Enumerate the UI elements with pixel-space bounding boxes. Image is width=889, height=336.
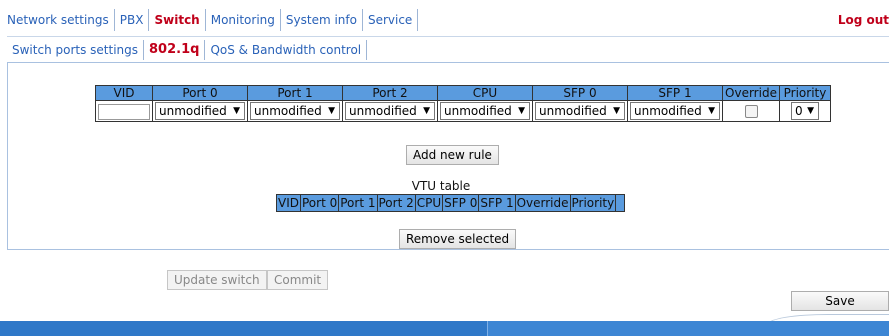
sfp1-select-value: unmodified [634, 104, 702, 118]
override-cell [722, 100, 780, 122]
menu-pbx[interactable]: PBX [115, 9, 150, 31]
vtu-header-port1: Port 1 [338, 194, 378, 212]
vtu-header-cpu: CPU [414, 194, 444, 212]
sfp1-cell: unmodified ▼ [627, 100, 723, 122]
chevron-down-icon: ▼ [613, 106, 620, 116]
tab-qos-bandwidth[interactable]: QoS & Bandwidth control [205, 40, 368, 60]
top-navigation: Network settings PBX Switch Monitoring S… [0, 7, 889, 33]
chevron-down-icon: ▼ [423, 106, 430, 116]
port0-select[interactable]: unmodified ▼ [155, 102, 245, 120]
header-port2: Port 2 [342, 85, 438, 101]
menu-network-settings[interactable]: Network settings [0, 9, 115, 31]
commit-button[interactable]: Commit [267, 270, 329, 290]
menu-system-info[interactable]: System info [281, 9, 363, 31]
vtu-table-header: VID Port 0 Port 1 Port 2 CPU SFP 0 SFP 1… [276, 194, 626, 212]
sfp0-select[interactable]: unmodified ▼ [535, 102, 625, 120]
port1-select[interactable]: unmodified ▼ [250, 102, 340, 120]
vid-cell [95, 100, 153, 122]
sfp0-cell: unmodified ▼ [532, 100, 628, 122]
remove-selected-button[interactable]: Remove selected [399, 229, 517, 249]
vid-input[interactable] [98, 103, 150, 120]
sfp1-select[interactable]: unmodified ▼ [630, 102, 720, 120]
port1-select-value: unmodified [254, 104, 322, 118]
footer-bar-right [487, 321, 889, 336]
menu-switch[interactable]: Switch [149, 9, 206, 31]
add-new-rule-button[interactable]: Add new rule [406, 145, 499, 165]
chevron-down-icon: ▼ [233, 106, 240, 116]
port2-cell: unmodified ▼ [342, 100, 438, 122]
rule-input-row: unmodified ▼ unmodified ▼ unmodified ▼ unmo… [95, 100, 831, 122]
tab-8021q[interactable]: 802.1q [144, 40, 206, 60]
cpu-select[interactable]: unmodified ▼ [440, 102, 530, 120]
header-vid: VID [95, 85, 153, 101]
top-menu: Network settings PBX Switch Monitoring S… [0, 7, 419, 33]
header-port0: Port 0 [152, 85, 248, 101]
header-priority: Priority [779, 85, 831, 101]
vlan-panel: VID Port 0 Port 1 Port 2 CPU SFP 0 SFP 1… [7, 62, 889, 250]
vtu-table-title: VTU table [411, 179, 471, 193]
port1-cell: unmodified ▼ [247, 100, 343, 122]
port0-cell: unmodified ▼ [152, 100, 248, 122]
sub-menu: Switch ports settings 802.1q QoS & Bandw… [7, 37, 889, 63]
cpu-select-value: unmodified [444, 104, 512, 118]
chevron-down-icon: ▼ [518, 106, 525, 116]
priority-cell: 0 ▼ [779, 100, 831, 122]
update-switch-button[interactable]: Update switch [167, 270, 267, 290]
vtu-header-vid: VID [276, 194, 301, 212]
vtu-header-select [615, 194, 626, 212]
priority-select[interactable]: 0 ▼ [791, 102, 819, 120]
menu-monitoring[interactable]: Monitoring [206, 9, 281, 31]
menu-service[interactable]: Service [363, 9, 419, 31]
tab-switch-ports-settings[interactable]: Switch ports settings [7, 40, 145, 60]
override-checkbox[interactable] [744, 105, 758, 118]
vtu-header-port2: Port 2 [376, 194, 416, 212]
chevron-down-icon: ▼ [708, 106, 715, 116]
vtu-table: VID Port 0 Port 1 Port 2 CPU SFP 0 SFP 1… [276, 194, 626, 212]
vtu-header-port0: Port 0 [299, 194, 340, 212]
vtu-header-sfp0: SFP 0 [442, 194, 480, 212]
port0-select-value: unmodified [159, 104, 227, 118]
vtu-header-sfp1: SFP 1 [478, 194, 516, 212]
chevron-down-icon: ▼ [328, 106, 335, 116]
header-port1: Port 1 [247, 85, 343, 101]
chevron-down-icon: ▼ [807, 106, 814, 116]
save-button[interactable]: Save [791, 291, 889, 311]
priority-select-value: 0 [795, 104, 803, 118]
header-sfp1: SFP 1 [627, 85, 723, 101]
rule-table-header: VID Port 0 Port 1 Port 2 CPU SFP 0 SFP 1… [95, 85, 831, 101]
header-sfp0: SFP 0 [532, 85, 628, 101]
port2-select[interactable]: unmodified ▼ [345, 102, 435, 120]
cpu-cell: unmodified ▼ [437, 100, 533, 122]
header-cpu: CPU [437, 85, 533, 101]
footer-bar [0, 321, 889, 336]
logout-link[interactable]: Log out [838, 7, 889, 33]
rule-table: VID Port 0 Port 1 Port 2 CPU SFP 0 SFP 1… [95, 85, 831, 122]
port2-select-value: unmodified [349, 104, 417, 118]
vtu-header-priority: Priority [569, 194, 617, 212]
vtu-header-override: Override [514, 194, 571, 212]
sfp0-select-value: unmodified [539, 104, 607, 118]
header-override: Override [722, 85, 780, 101]
sub-navigation: Switch ports settings 802.1q QoS & Bandw… [7, 36, 889, 63]
